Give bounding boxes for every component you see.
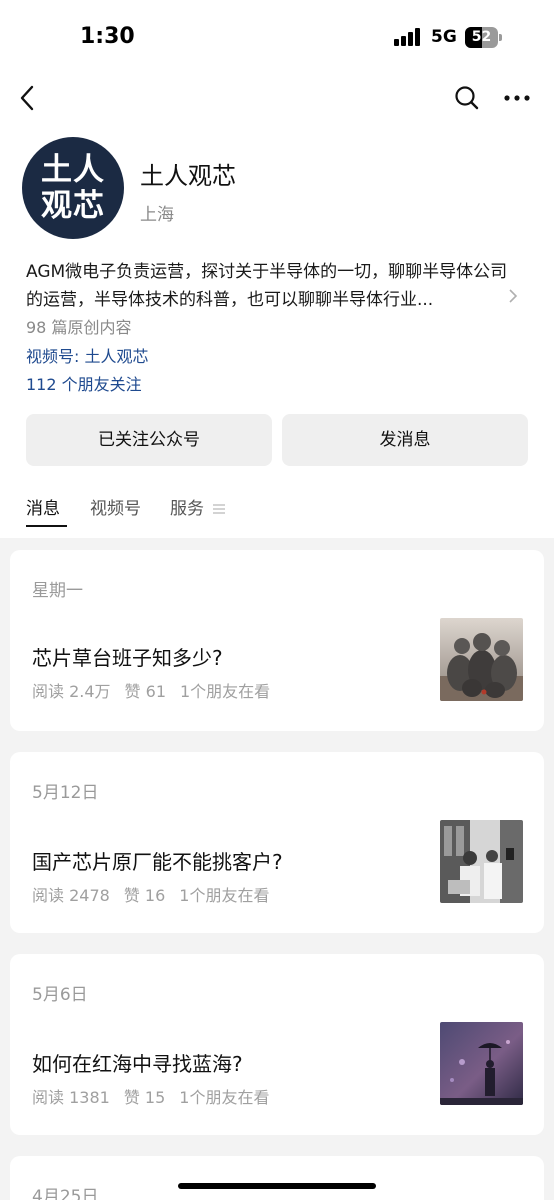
more-dots-icon[interactable] (502, 83, 532, 113)
tab-messages[interactable]: 消息 (26, 494, 60, 519)
article-title[interactable]: 国产芯片原厂能不能挑客户? (32, 846, 283, 875)
search-icon[interactable] (452, 83, 482, 113)
article-thumbnail[interactable] (440, 1022, 523, 1105)
nav-bar (0, 75, 554, 121)
friends-reading: 1个朋友在看 (180, 682, 271, 701)
article-card[interactable]: 5月12日 国产芯片原厂能不能挑客户? 阅读 2478 赞 16 1个朋友在看 (10, 752, 544, 933)
article-title[interactable]: 如何在红海中寻找蓝海? (32, 1048, 243, 1077)
article-stats: 阅读 2.4万赞 61 1个朋友在看 (32, 678, 270, 702)
signal-icon (394, 28, 422, 46)
avatar[interactable]: 土人 观芯 (22, 137, 124, 239)
article-date: 4月25日 (32, 1187, 99, 1200)
avatar-logo-text-bottom: 观芯 (41, 188, 105, 224)
original-content-count: 98 篇原创内容 (26, 318, 132, 337)
article-date: 星期一 (32, 581, 83, 601)
article-card[interactable]: 5月6日 如何在红海中寻找蓝海? 阅读 1381 赞 15 1个朋友在看 (10, 954, 544, 1135)
friends-following-link[interactable]: 112 个朋友关注 (26, 371, 142, 395)
friends-reading: 1个朋友在看 (179, 1088, 270, 1107)
network-type: 5G (431, 27, 457, 47)
article-stats: 阅读 1381 赞 15 1个朋友在看 (32, 1084, 269, 1108)
send-message-button[interactable]: 发消息 (282, 414, 528, 466)
account-location: 上海 (140, 205, 174, 225)
read-count: 阅读 1381 (32, 1088, 110, 1107)
status-time: 1:30 (80, 24, 135, 49)
menu-icon[interactable] (212, 500, 226, 514)
battery-level: 52 (471, 29, 492, 45)
chevron-right-icon[interactable] (507, 287, 519, 305)
like-count: 赞 61 (124, 682, 166, 701)
article-date: 5月12日 (32, 783, 99, 803)
tab-bar: 消息 视频号 服务 (0, 494, 554, 530)
read-count: 阅读 2478 (32, 886, 110, 905)
followed-button[interactable]: 已关注公众号 (26, 414, 272, 466)
like-count: 赞 16 (123, 886, 166, 905)
article-date: 5月6日 (32, 985, 88, 1005)
article-stats: 阅读 2478 赞 16 1个朋友在看 (32, 882, 269, 906)
home-indicator[interactable] (178, 1183, 376, 1189)
article-card[interactable]: 4月25日 (10, 1156, 544, 1200)
channel-link[interactable]: 视频号: 土人观芯 (26, 343, 148, 367)
article-card[interactable]: 星期一 芯片草台班子知多少? 阅读 2.4万赞 61 1个朋友在看 (10, 550, 544, 731)
battery-icon: 52 (465, 27, 502, 48)
chevron-left-icon[interactable] (14, 81, 44, 115)
active-tab-indicator (26, 525, 67, 527)
tab-services[interactable]: 服务 (170, 494, 204, 519)
account-name: 土人观芯 (140, 162, 236, 190)
friends-reading: 1个朋友在看 (179, 886, 270, 905)
article-title[interactable]: 芯片草台班子知多少? (32, 642, 223, 671)
article-thumbnail[interactable] (440, 820, 523, 903)
status-bar: 1:30 5G 52 (0, 0, 554, 75)
like-count: 赞 15 (123, 1088, 166, 1107)
read-count: 阅读 2.4万 (32, 682, 111, 701)
avatar-logo-text-top: 土人 (41, 152, 105, 188)
tab-channel[interactable]: 视频号 (90, 494, 141, 519)
article-feed: 星期一 芯片草台班子知多少? 阅读 2.4万赞 61 1个朋友在看 5月12日 国… (0, 538, 554, 1200)
account-description[interactable]: AGM微电子负责运营，探讨关于半导体的一切，聊聊半导体公司的运营，半导体技术的科… (26, 258, 516, 314)
article-thumbnail[interactable] (440, 618, 523, 701)
